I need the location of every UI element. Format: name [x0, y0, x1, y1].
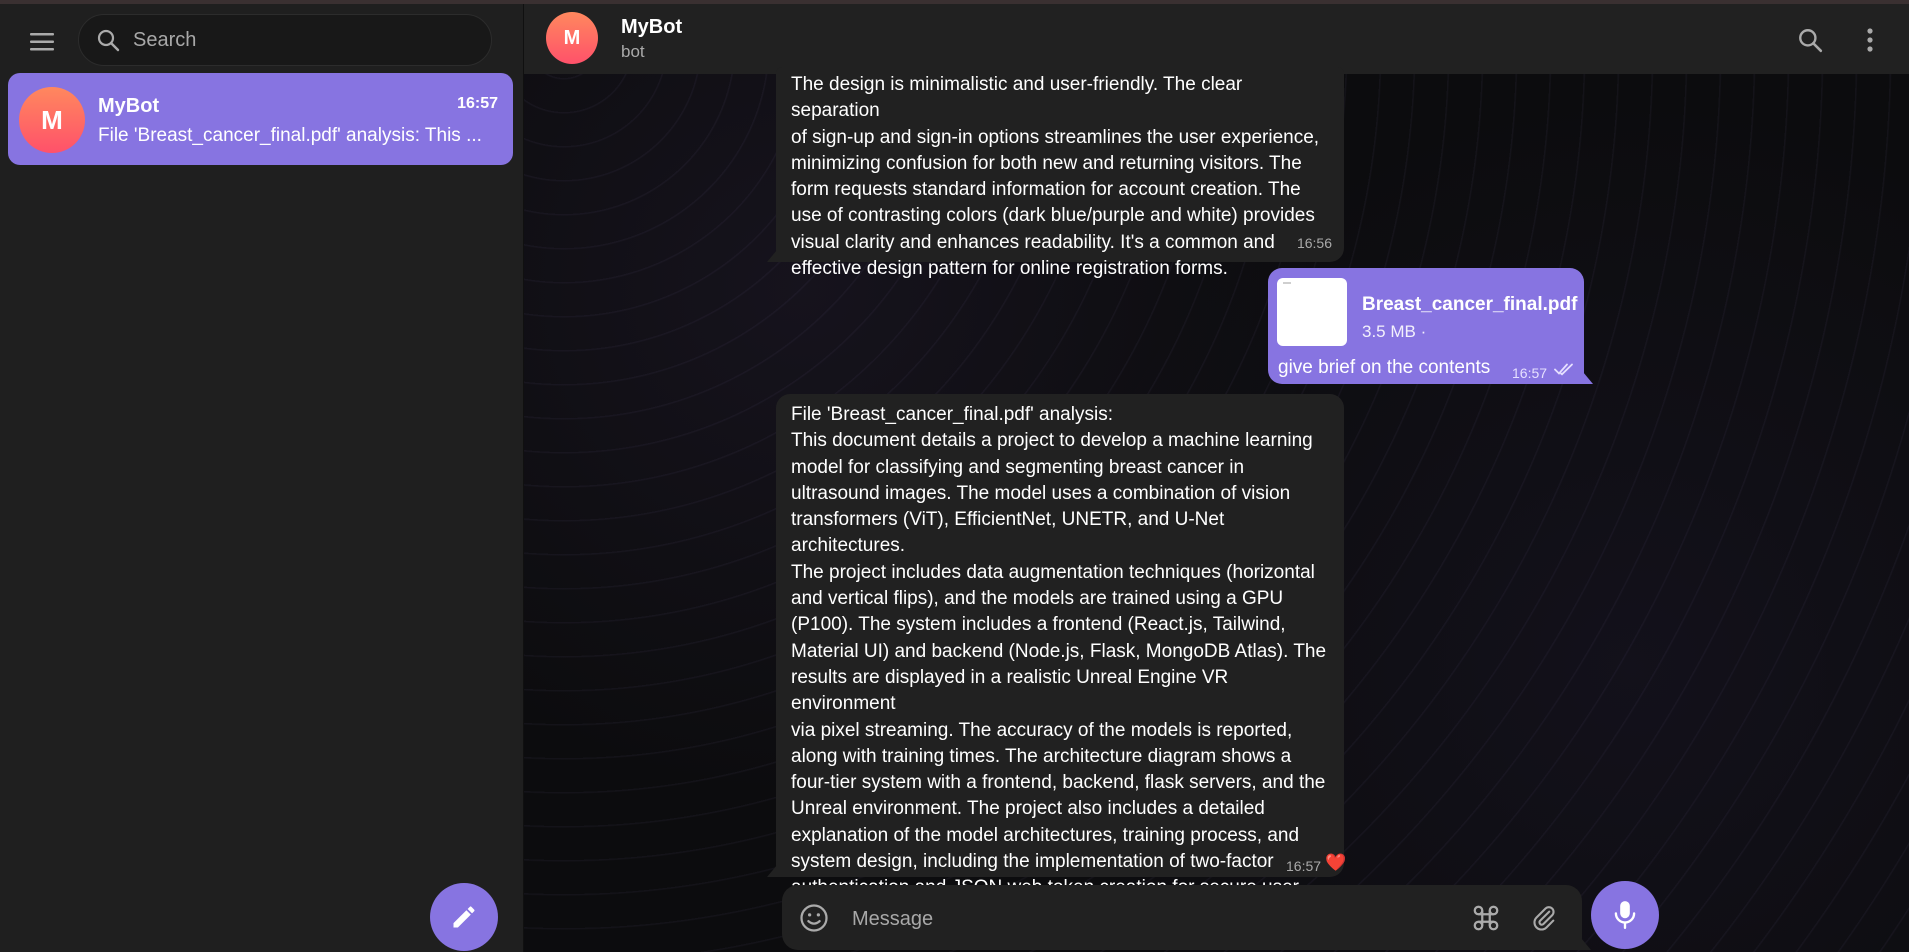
- file-name[interactable]: Breast_cancer_final.pdf: [1362, 292, 1577, 318]
- more-options-button[interactable]: [1854, 24, 1886, 56]
- chat-preview: File 'Breast_cancer_final.pdf' analysis:…: [98, 125, 482, 146]
- hamburger-menu-icon: [30, 33, 54, 51]
- chat-time: 16:57: [457, 95, 498, 112]
- sidebar: M MyBot 16:57 File 'Breast_cancer_final.…: [0, 4, 524, 952]
- chat-title[interactable]: MyBot: [621, 16, 682, 39]
- double-check-icon: [1554, 363, 1573, 376]
- chat-status: bot: [621, 42, 645, 61]
- chat-name: MyBot: [98, 95, 160, 117]
- message-time: 16:57: [1512, 365, 1548, 381]
- message-incoming[interactable]: The design is minimalistic and user-frie…: [767, 67, 1344, 279]
- chat-search-button[interactable]: [1794, 24, 1826, 56]
- bot-commands-button[interactable]: [1468, 900, 1504, 936]
- heart-reaction[interactable]: ❤️: [1325, 850, 1346, 876]
- pencil-icon: [453, 906, 475, 928]
- message-time: 16:57: [1286, 858, 1322, 874]
- chat-list-item-mybot[interactable]: M MyBot 16:57 File 'Breast_cancer_final.…: [8, 73, 513, 165]
- menu-button[interactable]: [22, 24, 62, 60]
- search-icon: [95, 27, 121, 53]
- search-box[interactable]: [78, 14, 492, 66]
- message-text: File 'Breast_cancer_final.pdf' analysis:…: [791, 404, 1327, 925]
- emoji-icon: [800, 904, 828, 932]
- chat-area: M MyBot bot The design is minimalistic a…: [524, 4, 1909, 952]
- new-chat-button[interactable]: [430, 883, 498, 951]
- emoji-button[interactable]: [798, 902, 830, 934]
- file-size: 3.5 MB ·: [1362, 322, 1427, 341]
- message-composer: [782, 885, 1591, 950]
- message-text: The design is minimalistic and user-frie…: [791, 74, 1320, 280]
- message-caption: give brief on the contents: [1278, 357, 1491, 378]
- search-icon: [1799, 29, 1823, 53]
- command-icon: [1473, 905, 1499, 931]
- paperclip-icon: [1533, 906, 1555, 931]
- message-outgoing[interactable]: Breast_cancer_final.pdf 3.5 MB · give br…: [1268, 268, 1593, 384]
- search-input[interactable]: [131, 27, 475, 53]
- file-thumbnail[interactable]: [1277, 278, 1347, 346]
- more-vertical-icon: [1867, 28, 1873, 52]
- chat-header[interactable]: M MyBot bot: [524, 4, 1909, 74]
- message-incoming[interactable]: File 'Breast_cancer_final.pdf' analysis:…: [767, 394, 1346, 925]
- message-time: 16:56: [1296, 234, 1332, 251]
- voice-message-button[interactable]: [1591, 881, 1659, 949]
- message-input[interactable]: [850, 901, 1414, 937]
- microphone-icon: [1614, 901, 1636, 930]
- attach-button[interactable]: [1526, 900, 1562, 936]
- avatar[interactable]: M: [546, 12, 598, 64]
- avatar: M: [19, 87, 85, 153]
